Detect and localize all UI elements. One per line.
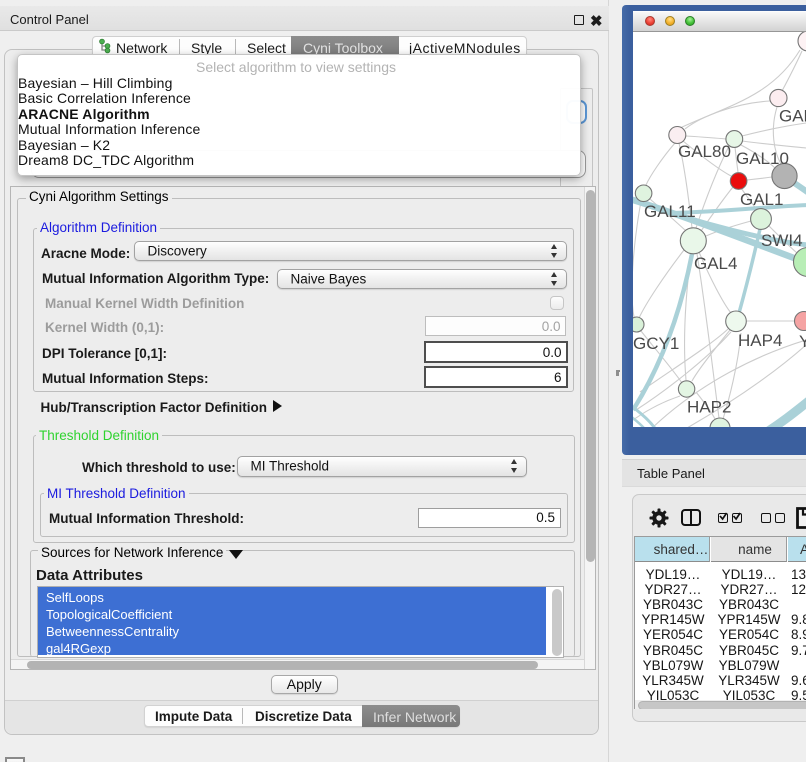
svg-text:GAL11: GAL11 <box>644 202 696 221</box>
svg-text:GAL1: GAL1 <box>740 190 783 209</box>
svg-text:SWI4: SWI4 <box>761 231 803 250</box>
svg-text:HAP4: HAP4 <box>738 331 782 350</box>
svg-text:GCY1: GCY1 <box>633 334 679 353</box>
svg-text:GAL80: GAL80 <box>678 142 731 161</box>
svg-text:HAP2: HAP2 <box>687 398 731 417</box>
svg-text:GAL4: GAL4 <box>694 254 737 273</box>
svg-text:YN: YN <box>799 332 806 351</box>
svg-text:GAL2: GAL2 <box>779 107 806 126</box>
svg-text:GAL10: GAL10 <box>736 149 789 168</box>
